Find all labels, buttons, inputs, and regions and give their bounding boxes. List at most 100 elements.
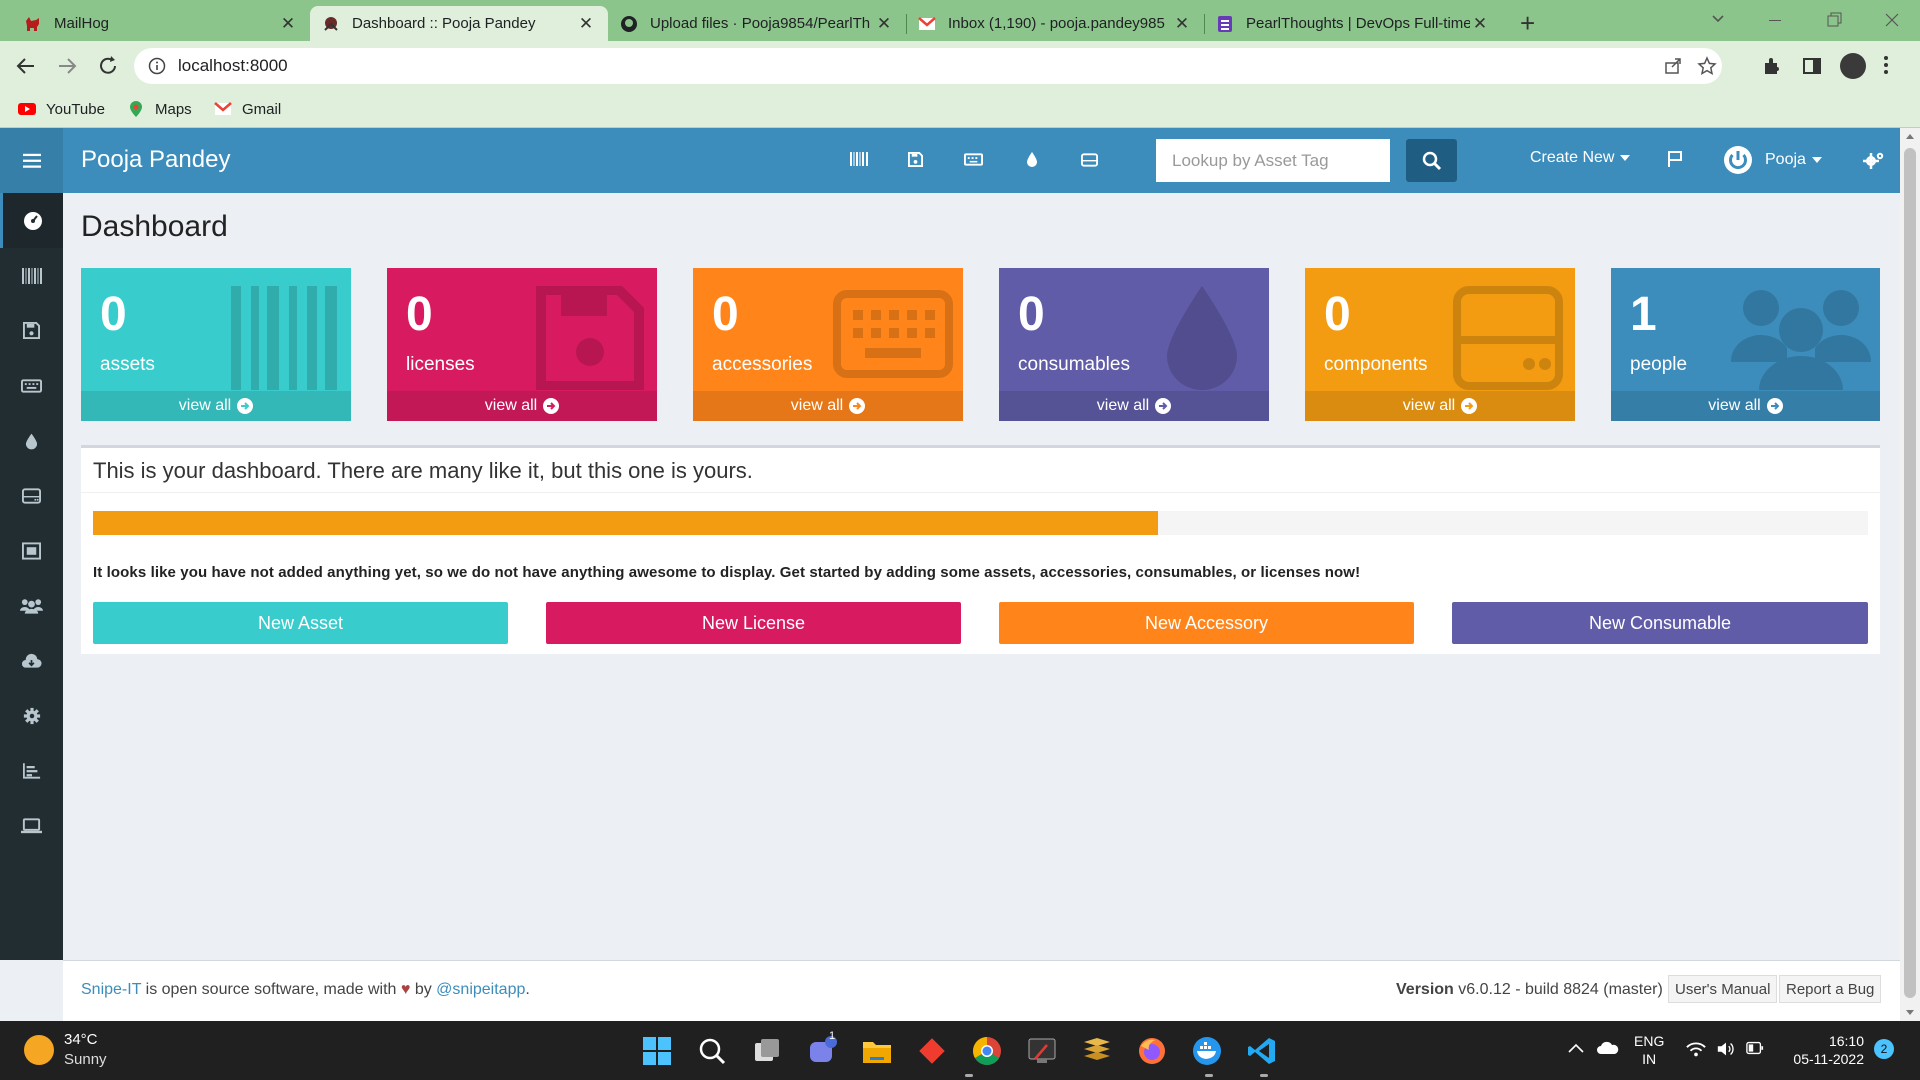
asset-tag-search-input[interactable]: Lookup by Asset Tag <box>1156 139 1390 182</box>
close-tab-icon[interactable]: ✕ <box>1470 14 1490 34</box>
vscode-icon[interactable] <box>1245 1034 1279 1068</box>
tab-dashboard[interactable]: Dashboard :: Pooja Pandey ✕ <box>310 6 608 41</box>
sidebar-item-components[interactable] <box>0 468 63 523</box>
weather-desc[interactable]: Sunny <box>64 1051 107 1068</box>
twitter-handle-link[interactable]: @snipeitapp <box>436 981 525 998</box>
sidebar-item-accessories[interactable] <box>0 358 63 413</box>
bookmark-star-icon[interactable] <box>1697 56 1717 76</box>
sidebar-toggle-button[interactable] <box>0 128 63 193</box>
tile-view-all-link[interactable]: view all <box>81 391 351 421</box>
tile-view-all-link[interactable]: view all <box>1305 391 1575 421</box>
language-indicator[interactable]: ENG IN <box>1634 1032 1664 1068</box>
windows-start-icon[interactable] <box>640 1034 674 1068</box>
weather-temp[interactable]: 34°C <box>64 1031 98 1048</box>
sidebar-item-requestable[interactable] <box>0 798 63 853</box>
tab-github[interactable]: Upload files · Pooja9854/PearlTh ✕ <box>608 6 906 41</box>
close-tab-icon[interactable]: ✕ <box>1172 14 1192 34</box>
new-tab-button[interactable]: + <box>1520 8 1535 39</box>
firefox-icon[interactable] <box>1135 1034 1169 1068</box>
battery-icon[interactable] <box>1746 1041 1764 1055</box>
bookmark-gmail[interactable]: Gmail <box>214 100 281 118</box>
create-new-dropdown[interactable]: Create New <box>1530 149 1631 167</box>
onedrive-cloud-icon[interactable] <box>1596 1041 1620 1055</box>
page-footer: Snipe-IT is open source software, made w… <box>63 960 1900 1021</box>
scrollbar-thumb[interactable] <box>1904 148 1916 998</box>
tile-view-all-link[interactable]: view all <box>693 391 963 421</box>
close-tab-icon[interactable]: ✕ <box>278 14 298 34</box>
close-tab-icon[interactable]: ✕ <box>874 14 894 34</box>
side-panel-icon[interactable] <box>1802 56 1822 76</box>
stacked-app-icon[interactable] <box>1080 1034 1114 1068</box>
snipeit-icon <box>324 16 338 31</box>
address-bar[interactable]: localhost:8000 <box>134 48 1722 84</box>
site-info-icon[interactable] <box>148 57 166 75</box>
sidebar-item-predefined-kits[interactable] <box>0 523 63 578</box>
taskbar-search-icon[interactable] <box>695 1034 729 1068</box>
new-asset-button[interactable]: New Asset <box>93 602 508 644</box>
report-bug-button[interactable]: Report a Bug <box>1779 975 1882 1003</box>
sidebar-item-dashboard[interactable] <box>0 193 63 248</box>
nav-assets-icon[interactable] <box>850 152 868 166</box>
teams-chat-icon[interactable]: 1 <box>805 1030 839 1068</box>
notification-badge[interactable]: 2 <box>1874 1039 1894 1059</box>
scroll-down-arrow-icon[interactable] <box>1906 1010 1914 1015</box>
file-explorer-icon[interactable] <box>860 1034 894 1068</box>
extensions-icon[interactable] <box>1762 56 1782 76</box>
new-accessory-button[interactable]: New Accessory <box>999 602 1414 644</box>
user-menu-dropdown[interactable]: Pooja <box>1723 145 1822 175</box>
search-button[interactable] <box>1406 139 1457 182</box>
weather-sun-icon[interactable] <box>24 1035 54 1065</box>
window-close-icon[interactable] <box>1880 8 1904 32</box>
arrow-circle-right-icon <box>1155 398 1172 414</box>
chrome-icon[interactable] <box>970 1034 1004 1068</box>
users-manual-button[interactable]: User's Manual <box>1668 975 1778 1003</box>
tab-pearlthoughts[interactable]: PearlThoughts | DevOps Full-time ✕ <box>1204 6 1502 41</box>
sidebar-item-consumables[interactable] <box>0 413 63 468</box>
restore-icon[interactable] <box>1822 8 1846 32</box>
share-icon[interactable] <box>1664 57 1682 75</box>
tray-overflow-chevron-icon[interactable] <box>1568 1043 1584 1053</box>
task-view-icon[interactable] <box>750 1034 784 1068</box>
sidebar-item-people[interactable] <box>0 578 63 633</box>
volume-icon[interactable] <box>1716 1040 1736 1058</box>
bookmark-maps[interactable]: Maps <box>127 100 192 118</box>
docker-icon[interactable] <box>1190 1034 1224 1068</box>
bookmark-youtube[interactable]: YouTube <box>18 100 105 118</box>
snipeit-app: Pooja Pandey Lookup by Asset Tag Create … <box>0 128 1920 1021</box>
nav-consumables-icon[interactable] <box>1026 151 1038 167</box>
snipeit-link[interactable]: Snipe-IT <box>81 981 141 998</box>
tab-gmail[interactable]: Inbox (1,190) - pooja.pandey985 ✕ <box>906 6 1204 41</box>
wifi-icon[interactable] <box>1686 1041 1706 1057</box>
reload-icon[interactable] <box>97 55 119 77</box>
new-consumable-button[interactable]: New Consumable <box>1452 602 1868 644</box>
nav-licenses-icon[interactable] <box>908 152 923 167</box>
tile-view-all-link[interactable]: view all <box>999 391 1269 421</box>
git-app-icon[interactable] <box>915 1034 949 1068</box>
sidebar-item-settings[interactable] <box>0 688 63 743</box>
forward-icon[interactable] <box>56 55 78 77</box>
tab-mailhog[interactable]: MailHog ✕ <box>12 6 310 41</box>
clock[interactable]: 16:10 05-11-2022 <box>1786 1032 1864 1068</box>
site-name[interactable]: Pooja Pandey <box>81 146 230 174</box>
page-scrollbar[interactable] <box>1900 128 1920 1021</box>
minimize-icon[interactable] <box>1763 8 1787 32</box>
profile-avatar[interactable] <box>1840 53 1866 79</box>
tile-view-all-link[interactable]: view all <box>387 391 657 421</box>
nav-components-icon[interactable] <box>1081 153 1098 167</box>
nav-accessories-icon[interactable] <box>964 153 983 166</box>
progress-bar-fill <box>93 511 1158 535</box>
tab-search-icon[interactable] <box>1710 10 1726 26</box>
sidebar-item-assets[interactable] <box>0 248 63 303</box>
new-license-button[interactable]: New License <box>546 602 961 644</box>
tile-view-all-link[interactable]: view all <box>1611 391 1880 421</box>
snipping-tool-icon[interactable] <box>1025 1034 1059 1068</box>
back-icon[interactable] <box>15 55 37 77</box>
sidebar-item-licenses[interactable] <box>0 303 63 358</box>
alerts-flag-icon[interactable] <box>1667 150 1683 168</box>
admin-gears-icon[interactable] <box>1863 151 1885 169</box>
close-tab-icon[interactable]: ✕ <box>576 14 596 34</box>
sidebar-item-import[interactable] <box>0 633 63 688</box>
chrome-menu-icon[interactable] <box>1883 55 1889 75</box>
scroll-up-arrow-icon[interactable] <box>1906 134 1914 139</box>
sidebar-item-reports[interactable] <box>0 743 63 798</box>
